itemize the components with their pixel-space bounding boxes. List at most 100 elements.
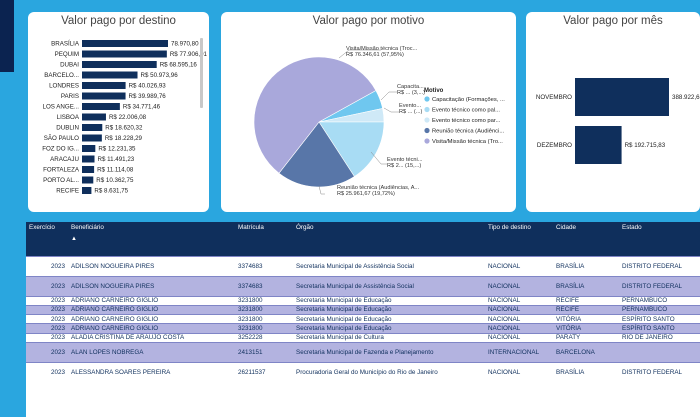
destino-value-label: R$ 11.114,08 xyxy=(97,167,134,174)
cell-matricula: 3231800 xyxy=(235,314,293,324)
cell-exercicio: 2023 xyxy=(26,323,68,334)
cell-exercicio: 2023 xyxy=(26,295,68,306)
motivo-callout-line xyxy=(380,91,397,101)
cell-matricula: 3231800 xyxy=(235,304,293,315)
destino-category-label: LISBOA xyxy=(57,114,80,121)
motivo-legend-swatch[interactable] xyxy=(424,96,430,102)
mes-value-label: 388.922,6 xyxy=(672,94,700,101)
destino-scrollbar[interactable] xyxy=(200,38,203,108)
cell-beneficiario: ALESSANDRA SOARES PEREIRA xyxy=(68,361,235,383)
cell-estado: ESPÍRITO SANTO xyxy=(619,314,700,324)
destino-value-label: R$ 18.228,29 xyxy=(105,135,143,142)
table-row[interactable]: 2023 ADRIANO CARNEIRO GIGLIO 3231800 Secret… xyxy=(26,314,700,324)
col-header-matricula[interactable]: Matrícula xyxy=(235,222,293,256)
destino-bar[interactable] xyxy=(82,92,126,100)
cell-tipo-destino: INTERNACIONAL xyxy=(485,341,553,363)
destino-value-label: R$ 8.631,75 xyxy=(94,188,128,195)
destino-bar[interactable] xyxy=(82,61,157,68)
col-header-estado[interactable]: Estado xyxy=(619,222,700,256)
motivo-legend-label[interactable]: Visita/Missão técnica (Tro... xyxy=(432,139,503,145)
motivo-legend-label[interactable]: Reunião técnica (Audiênci... xyxy=(432,129,505,135)
cell-cidade: RECIFE xyxy=(553,295,619,306)
cell-orgao: Secretaria Municipal de Educação xyxy=(293,314,485,324)
cell-beneficiario: ALADIA CRISTINA DE ARAUJO COSTA xyxy=(68,332,235,343)
table-row[interactable]: 2023 ADILSON NOGUEIRA PIRES 3374683 Secreta… xyxy=(26,275,700,296)
table-row[interactable]: 2023 ADRIANO CARNEIRO GIGLIO 3231800 Secret… xyxy=(26,304,700,315)
cell-exercicio: 2023 xyxy=(26,304,68,315)
destino-category-label: LONDRES xyxy=(49,83,79,90)
destino-value-label: R$ 18.620,32 xyxy=(105,125,143,132)
destino-bar[interactable] xyxy=(82,113,106,121)
cell-cidade: BRASÍLIA xyxy=(553,275,619,296)
cell-cidade: BRASÍLIA xyxy=(553,361,619,383)
table-row[interactable]: 2023 ALAN LOPES NOBREGA 2413151 Secretaria … xyxy=(26,341,700,363)
cell-cidade: VITÓRIA xyxy=(553,323,619,334)
destino-bar[interactable] xyxy=(82,155,95,163)
cell-estado: PERNAMBUCO xyxy=(619,304,700,315)
cell-orgao: Secretaria Municipal de Educação xyxy=(293,295,485,306)
cell-cidade: BRASÍLIA xyxy=(553,255,619,276)
destino-bar[interactable] xyxy=(82,40,168,47)
col-header-exercicio[interactable]: Exercício xyxy=(26,222,68,256)
motivo-legend-swatch[interactable] xyxy=(424,127,430,134)
col-header-beneficiario[interactable]: Beneficiário ▲ xyxy=(68,222,235,256)
destino-bar[interactable] xyxy=(82,145,96,152)
table-header-row: Exercício Beneficiário ▲ Matrícula Órgão … xyxy=(26,222,700,256)
destino-bar[interactable] xyxy=(82,82,126,89)
cell-cidade: BARCELONA xyxy=(553,341,619,363)
motivo-legend-label[interactable]: Evento técnico como pal... xyxy=(432,108,500,114)
mes-value-label: R$ 192.715,83 xyxy=(625,142,666,149)
destino-category-label: FORTALEZA xyxy=(43,167,80,174)
motivo-legend-label[interactable]: Evento técnico como par... xyxy=(432,118,501,124)
cell-exercicio: 2023 xyxy=(26,361,68,383)
cell-beneficiario: ALAN LOPES NOBREGA xyxy=(68,341,235,363)
motivo-legend-title: Motivo xyxy=(424,88,444,94)
destino-value-label: R$ 11.491,23 xyxy=(98,156,135,163)
cell-tipo-destino: NACIONAL xyxy=(485,314,553,324)
cell-matricula: 3374683 xyxy=(235,255,293,276)
destino-value-label: R$ 50.973,96 xyxy=(141,72,179,79)
destino-category-label: RECIFE xyxy=(56,188,79,195)
table-row[interactable]: 2023 ADRIANO CARNEIRO GIGLIO 3231800 Secret… xyxy=(26,295,700,306)
destino-bar[interactable] xyxy=(82,166,95,173)
col-header-tipo-destino[interactable]: Tipo de destino xyxy=(485,222,553,256)
cell-orgao: Secretaria Municipal de Educação xyxy=(293,304,485,315)
motivo-legend-swatch[interactable] xyxy=(424,117,430,123)
table-row[interactable]: 2023 ALADIA CRISTINA DE ARAUJO COSTA 32522… xyxy=(26,332,700,343)
col-header-cidade[interactable]: Cidade xyxy=(553,222,619,256)
card-valor-por-destino: Valor pago por destino BRASÍLIA 78.970,80… xyxy=(28,12,209,212)
mes-category-label: NOVEMBRO xyxy=(536,94,572,101)
table-row[interactable]: 2023 ADILSON NOGUEIRA PIRES 3374683 Secreta… xyxy=(26,255,700,276)
destino-bar[interactable] xyxy=(82,134,102,142)
pagamentos-table: Exercício Beneficiário ▲ Matrícula Órgão … xyxy=(26,222,700,383)
mes-bar-chart: NOVEMBRO 388.922,6 DEZEMBRO R$ 192.715,83 xyxy=(536,78,700,164)
table-row[interactable]: 2023 ADRIANO CARNEIRO GIGLIO 3231800 Secret… xyxy=(26,323,700,334)
destino-bar[interactable] xyxy=(82,103,120,110)
motivo-callout-line xyxy=(383,107,399,113)
motivo-legend-swatch[interactable] xyxy=(424,106,430,113)
destino-category-label: LOS ANGE... xyxy=(43,104,80,111)
destino-value-label: R$ 68.595,16 xyxy=(160,62,198,69)
cell-cidade: RECIFE xyxy=(553,304,619,315)
motivo-legend-label[interactable]: Capacitação (Formações, ... xyxy=(432,97,505,103)
cell-exercicio: 2023 xyxy=(26,314,68,324)
sort-ascending-icon[interactable]: ▲ xyxy=(71,236,232,242)
col-header-orgao[interactable]: Órgão xyxy=(293,222,485,256)
destino-category-label: BARCELO... xyxy=(44,72,79,79)
mes-bar[interactable] xyxy=(575,126,622,164)
pagamentos-table-card: Exercício Beneficiário ▲ Matrícula Órgão … xyxy=(26,222,700,417)
destino-bar[interactable] xyxy=(82,71,138,79)
mes-bar[interactable] xyxy=(575,78,669,116)
destino-bar[interactable] xyxy=(82,176,94,184)
destino-bar[interactable] xyxy=(82,187,92,194)
cell-matricula: 2413151 xyxy=(235,341,293,363)
cell-estado: DISTRITO FEDERAL xyxy=(619,361,700,383)
destino-bar[interactable] xyxy=(82,50,167,58)
table-row[interactable]: 2023 ALESSANDRA SOARES PEREIRA 26211537 Pro… xyxy=(26,361,700,383)
motivo-legend-swatch[interactable] xyxy=(424,138,430,144)
motivo-callout-label: R$ ... (3,...) xyxy=(397,90,425,96)
destino-category-label: FOZ DO IG... xyxy=(42,146,79,153)
cell-orgao: Secretaria Municipal de Cultura xyxy=(293,332,485,343)
cell-beneficiario: ADRIANO CARNEIRO GIGLIO xyxy=(68,323,235,334)
destino-bar[interactable] xyxy=(82,124,103,131)
